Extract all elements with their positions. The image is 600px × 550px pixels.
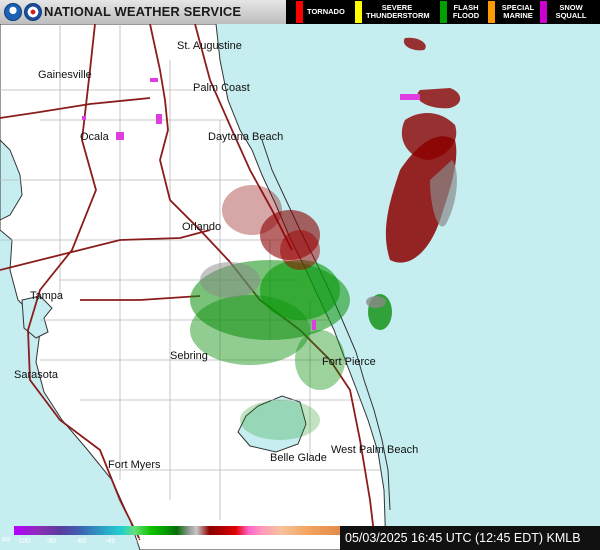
legend-flash-flood: FLASH FLOOD xyxy=(440,0,481,24)
scale-tick: -100 xyxy=(16,538,31,545)
legend-swatch xyxy=(296,1,303,23)
city-label-palm-coast: Palm Coast xyxy=(193,82,250,94)
scale-tick: 100 xyxy=(326,538,338,545)
city-label-fort-myers: Fort Myers xyxy=(108,459,161,471)
timestamp-bar: 05/03/2025 16:45 UTC (12:45 EDT) KMLB xyxy=(340,526,600,550)
legend-label: SEVERE THUNDERSTORM xyxy=(366,3,430,20)
city-label-ocala: Ocala xyxy=(80,131,109,143)
city-label-west-palm-beach: West Palm Beach xyxy=(331,444,419,456)
scale-tick: -20 xyxy=(135,538,146,545)
scale-tick: 45 xyxy=(240,538,248,545)
city-label-belle-glade: Belle Glade xyxy=(270,452,327,464)
velocity-color-scale: RF -100 -80 -60 -45 -20 +0 20 45 60 80 1… xyxy=(0,526,340,550)
scale-tick: 60 xyxy=(268,538,276,545)
city-label-st-augustine: St. Augustine xyxy=(177,40,242,52)
city-label-gainesville: Gainesville xyxy=(38,69,92,81)
scan-timestamp: 05/03/2025 16:45 UTC (12:45 EDT) KMLB xyxy=(345,531,581,545)
agency-title: NATIONAL WEATHER SERVICE xyxy=(44,4,242,19)
radar-map[interactable] xyxy=(0,0,600,550)
legend-special-marine: SPECIAL MARINE xyxy=(488,0,537,24)
legend-swatch xyxy=(440,1,447,23)
scale-tick: -60 xyxy=(76,538,87,545)
legend-tornado: TORNADO xyxy=(296,0,345,24)
scale-prefix: RF xyxy=(2,537,12,544)
legend-swatch xyxy=(540,1,547,23)
city-label-orlando: Orlando xyxy=(182,221,222,233)
legend-label: SNOW SQUALL xyxy=(555,3,587,20)
legend-label: TORNADO xyxy=(307,7,345,16)
legend-snow-squall: SNOW SQUALL xyxy=(540,0,591,24)
city-label-tampa: Tampa xyxy=(30,290,64,302)
scale-tick: -45 xyxy=(105,538,116,545)
legend-label: SPECIAL MARINE xyxy=(501,3,535,20)
city-label-sarasota: Sarasota xyxy=(14,369,59,381)
legend-severe-thunderstorm: SEVERE THUNDERSTORM xyxy=(355,0,430,24)
noaa-logo-icon xyxy=(4,3,22,21)
radar-viewer: NATIONAL WEATHER SERVICE TORNADO SEVERE … xyxy=(0,0,600,550)
brand-area: NATIONAL WEATHER SERVICE xyxy=(0,0,286,24)
city-label-fort-pierce: Fort Pierce xyxy=(322,356,376,368)
scale-tick: 20 xyxy=(210,538,218,545)
scale-tick: -80 xyxy=(46,538,57,545)
legend-swatch xyxy=(355,1,362,23)
nws-logo-icon xyxy=(24,3,42,21)
scale-tick: +0 xyxy=(180,538,188,545)
scale-tick: 80 xyxy=(298,538,306,545)
legend-label: FLASH FLOOD xyxy=(452,3,480,20)
legend-swatch xyxy=(488,1,495,23)
city-label-daytona-beach: Daytona Beach xyxy=(208,131,284,143)
header-bar: NATIONAL WEATHER SERVICE TORNADO SEVERE … xyxy=(0,0,600,24)
scale-gradient-bar xyxy=(14,526,340,535)
city-label-sebring: Sebring xyxy=(170,350,208,362)
